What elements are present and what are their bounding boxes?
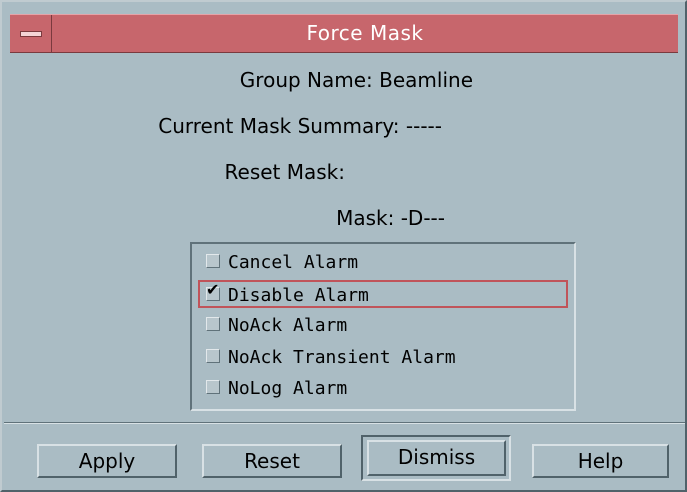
nolog-alarm-checkbox[interactable]: NoLog Alarm <box>200 375 566 403</box>
checkbox-box[interactable]: ✔ <box>206 282 220 301</box>
disable-alarm-checkbox[interactable]: ✔ Disable Alarm <box>198 280 568 308</box>
window-menu-icon <box>20 31 42 37</box>
checkbox-label: Disable Alarm <box>228 285 369 306</box>
current-mask-summary-label: Current Mask Summary: ----- <box>158 114 442 138</box>
checkbox-label: NoAck Transient Alarm <box>228 347 456 368</box>
checkbox-box[interactable] <box>206 254 220 268</box>
window-title: Force Mask <box>306 21 424 45</box>
window-menu-button[interactable] <box>10 15 52 52</box>
reset-button[interactable]: Reset <box>202 444 342 478</box>
reset-mask-label: Reset Mask: <box>224 160 345 184</box>
mask-label: Mask: -D--- <box>336 206 445 230</box>
checkbox-box[interactable] <box>206 317 220 331</box>
noack-transient-alarm-checkbox[interactable]: NoAck Transient Alarm <box>200 344 566 372</box>
button-area-separator <box>4 422 685 424</box>
checkbox-box[interactable] <box>206 349 220 363</box>
mask-options-checklist: Cancel Alarm ✔ Disable Alarm NoAck Alarm … <box>190 242 576 411</box>
group-name-label: Group Name: Beamline <box>239 68 473 92</box>
force-mask-window: Force Mask Group Name: Beamline Current … <box>0 0 687 492</box>
title-bar[interactable]: Force Mask <box>10 14 678 53</box>
check-mark-icon: ✔ <box>206 280 220 299</box>
noack-alarm-checkbox[interactable]: NoAck Alarm <box>200 312 566 340</box>
checkbox-label: Cancel Alarm <box>228 252 359 273</box>
apply-button[interactable]: Apply <box>37 444 177 478</box>
checkbox-box[interactable] <box>206 380 220 394</box>
cancel-alarm-checkbox[interactable]: Cancel Alarm <box>200 249 566 277</box>
help-button[interactable]: Help <box>532 444 669 478</box>
checkbox-label: NoAck Alarm <box>228 315 348 336</box>
checkbox-label: NoLog Alarm <box>228 378 348 399</box>
dismiss-button[interactable]: Dismiss <box>367 440 506 476</box>
